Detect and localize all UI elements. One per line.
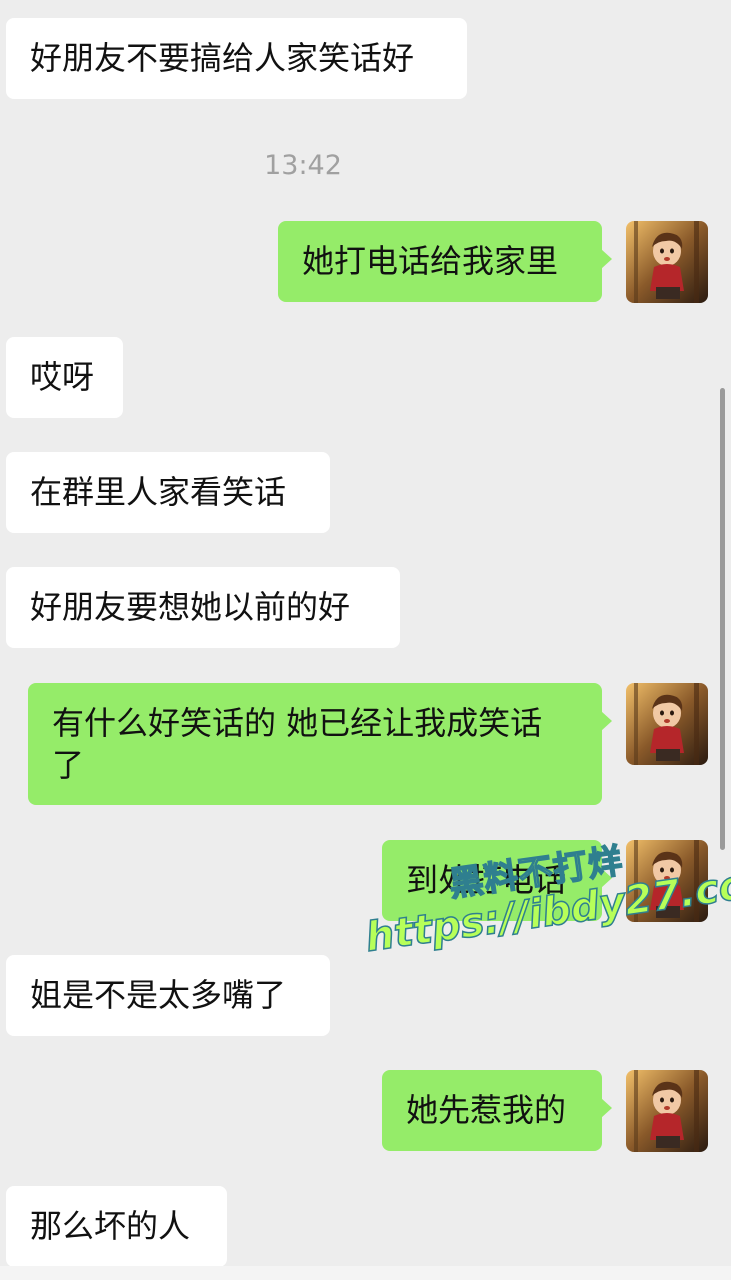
message-bubble-incoming[interactable]: 好朋友要想她以前的好 [6, 567, 400, 648]
avatar-icon[interactable] [626, 1070, 708, 1152]
message-bubble-outgoing[interactable]: 她先惹我的 [382, 1070, 612, 1151]
message-bubble-outgoing[interactable]: 有什么好笑话的 她已经让我成笑话 了 [28, 683, 612, 805]
message-bubble-incoming[interactable]: 姐是不是太多嘴了 [6, 955, 330, 1036]
message-bubble-incoming[interactable]: 在群里人家看笑话 [6, 452, 330, 533]
message-bubble-incoming[interactable]: 哎呀 [6, 337, 123, 418]
message-bubble-outgoing[interactable]: 她打电话给我家里 [278, 221, 612, 302]
message-timestamp: 13:42 [264, 150, 342, 181]
input-bar-edge [0, 1266, 731, 1280]
chat-view[interactable]: 好朋友不要搞给人家笑话好 13:42 她打电话给我家里 哎呀 在群里人家看笑话 … [0, 0, 731, 1280]
message-bubble-incoming[interactable]: 好朋友不要搞给人家笑话好 [6, 18, 467, 99]
avatar-icon[interactable] [626, 221, 708, 303]
message-bubble-incoming[interactable]: 那么坏的人 [6, 1186, 227, 1267]
scrollbar[interactable] [720, 388, 725, 850]
watermark: 黑料不打烊 https://ibdy27.com [355, 809, 731, 989]
avatar-icon[interactable] [626, 683, 708, 765]
